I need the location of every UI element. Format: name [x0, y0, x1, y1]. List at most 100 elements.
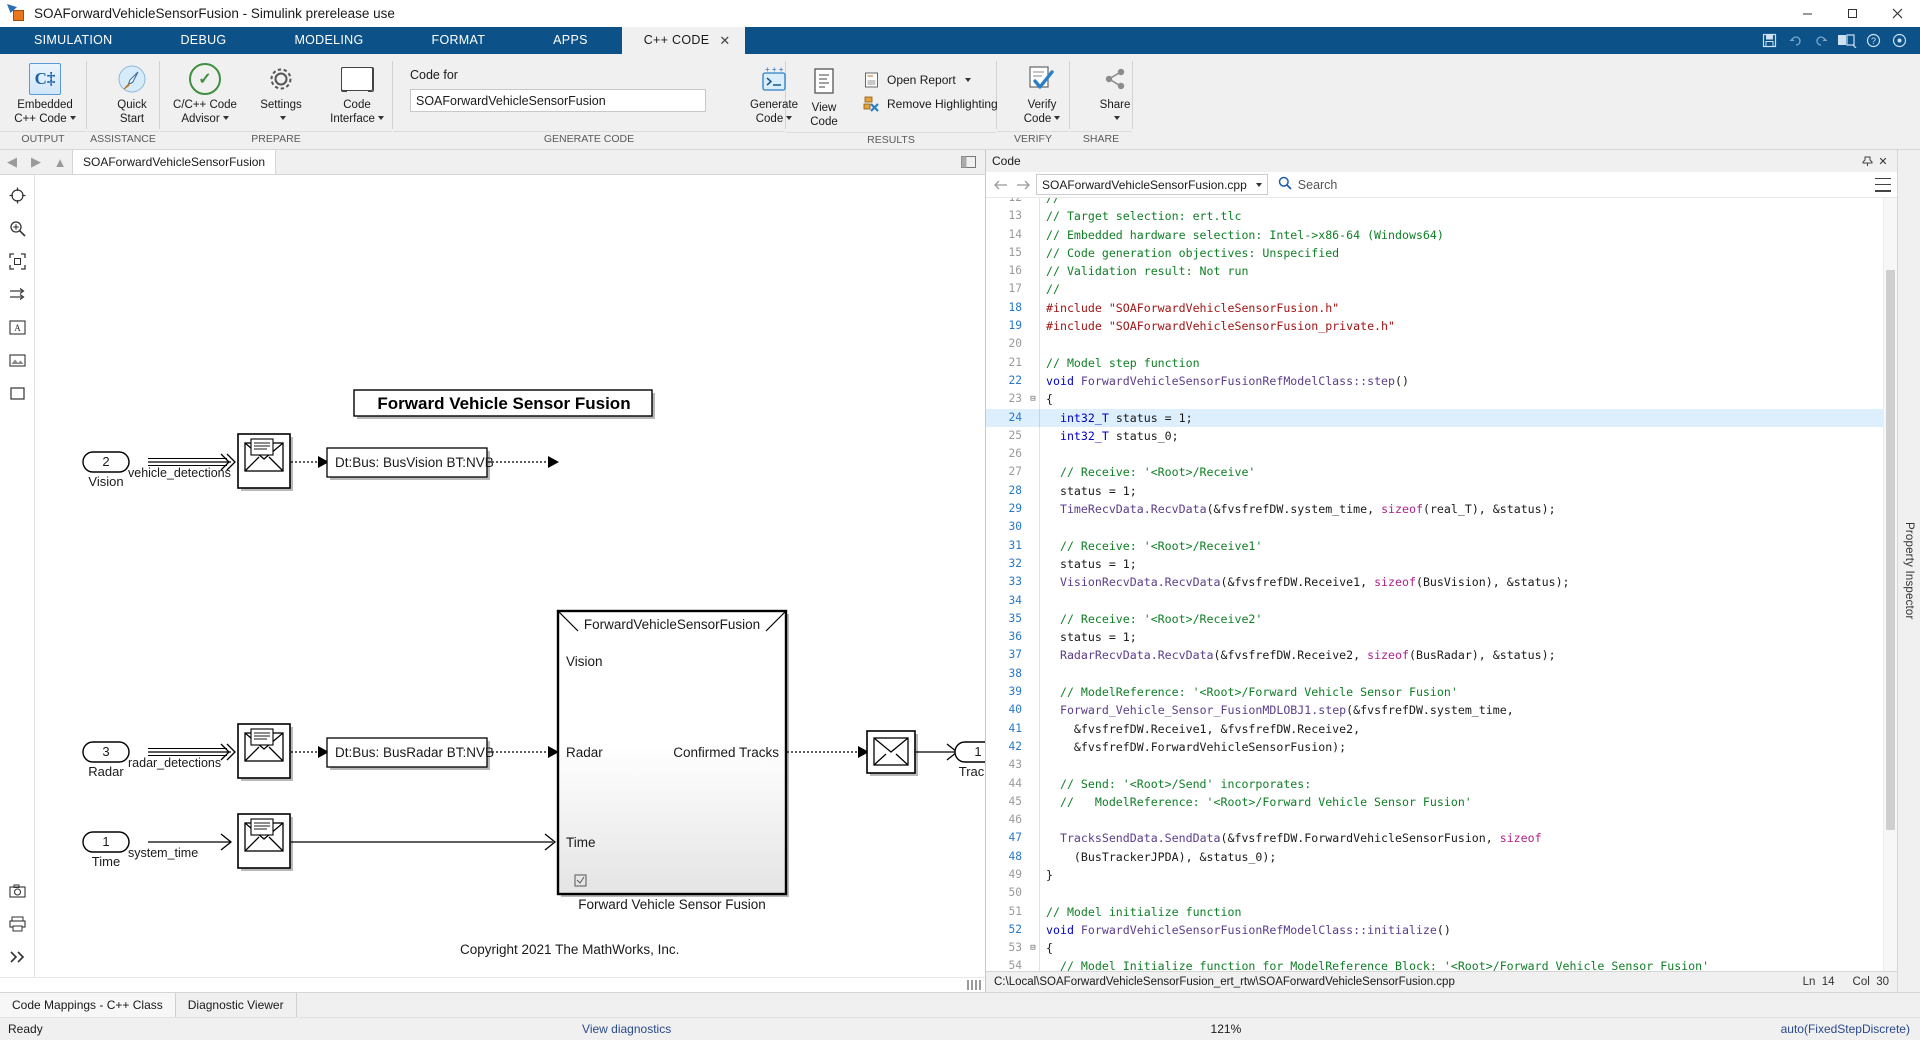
code-line: 44 // Send: '<Root>/Send' incorporates: [986, 775, 1883, 793]
tab-cpp-code[interactable]: C++ CODE ✕ [622, 27, 745, 54]
code-fold-icon[interactable]: ⊟ [1027, 390, 1039, 408]
code-for-label: Code for [410, 68, 706, 82]
minimize-button[interactable] [1785, 0, 1830, 26]
close-button[interactable] [1875, 0, 1920, 26]
code-search[interactable]: Search [1272, 176, 1871, 193]
code-fold-icon [1027, 500, 1039, 518]
code-fold-icon [1027, 427, 1039, 445]
add-area-icon[interactable] [7, 383, 27, 403]
code-line: 31 // Receive: '<Root>/Receive1' [986, 537, 1883, 555]
share-button[interactable]: Share [1077, 59, 1153, 129]
help-icon[interactable]: ? [1862, 31, 1884, 51]
code-fold-icon [1027, 372, 1039, 390]
remove-highlighting-button[interactable]: Remove Highlighting [855, 92, 1004, 116]
code-line-text: int32_T status = 1; [1039, 409, 1883, 427]
code-panel-header: Code ✕ [986, 150, 1897, 172]
code-interface-button[interactable]: Code Interface [319, 59, 395, 129]
model-browser-toggle-icon[interactable] [957, 153, 979, 171]
code-line-text: TracksSendData.SendData(&fvsfrefDW.Forwa… [1039, 829, 1883, 847]
code-line: 39 // ModelReference: '<Root>/Forward Ve… [986, 683, 1883, 701]
undo-icon[interactable] [1784, 31, 1806, 51]
settings-button[interactable]: Settings [243, 59, 319, 129]
model-canvas[interactable]: Forward Vehicle Sensor Fusion 2 Vision v… [35, 175, 985, 977]
nav-up-icon[interactable]: ▲ [48, 150, 72, 174]
open-report-button[interactable]: Open Report [855, 68, 1004, 92]
maximize-button[interactable] [1830, 0, 1875, 26]
tab-simulation[interactable]: SIMULATION [0, 27, 146, 54]
zoom-level[interactable]: 121% [1211, 1022, 1242, 1036]
zoom-fit-icon[interactable] [7, 218, 27, 238]
code-line: 42 &fvsfrefDW.ForwardVehicleSensorFusion… [986, 738, 1883, 756]
code-fold-icon [1027, 903, 1039, 921]
code-line-text: Forward_Vehicle_Sensor_FusionMDLOBJ1.ste… [1039, 701, 1883, 719]
pan-target-icon[interactable] [7, 185, 27, 205]
add-image-icon[interactable] [7, 350, 27, 370]
bottom-tab-diagnostic-viewer[interactable]: Diagnostic Viewer [176, 993, 297, 1017]
expand-tool-rail-icon[interactable] [7, 947, 27, 967]
code-line-number: 17 [986, 280, 1027, 298]
code-line: 36 status = 1; [986, 628, 1883, 646]
ribbon-group-share-label: SHARE [1070, 131, 1132, 149]
layout-icon[interactable] [1836, 31, 1858, 51]
code-panel-close-icon[interactable]: ✕ [1875, 153, 1891, 169]
settings-icon[interactable] [1888, 31, 1910, 51]
canvas-horizontal-scrollbar[interactable] [0, 977, 985, 992]
outport-1-name: Tracks [955, 764, 985, 779]
code-fold-icon[interactable]: ⊟ [1027, 939, 1039, 957]
tab-debug[interactable]: DEBUG [146, 27, 260, 54]
bus-label-radar: Dt:Bus: BusRadar BT:NVB [335, 745, 494, 760]
nav-back-icon[interactable]: ◀ [0, 150, 24, 174]
nav-forward-icon[interactable]: ▶ [24, 150, 48, 174]
code-forward-icon[interactable] [1014, 176, 1032, 194]
quick-start-button[interactable]: Quick Start [94, 59, 170, 129]
code-line-text: // Embedded hardware selection: Intel->x… [1039, 226, 1883, 244]
redo-icon[interactable] [1810, 31, 1832, 51]
view-code-button[interactable]: View Code [793, 62, 855, 132]
tab-modeling[interactable]: MODELING [260, 27, 397, 54]
ribbon-group-share: Share SHARE [1070, 54, 1132, 149]
code-line: 13// Target selection: ert.tlc [986, 207, 1883, 225]
verify-code-button[interactable]: Verify Code [1004, 59, 1080, 129]
tab-close-icon[interactable]: ✕ [719, 27, 730, 54]
code-editor[interactable]: 12//13// Target selection: ert.tlc14// E… [986, 198, 1897, 971]
share-label-1: Share [1100, 99, 1131, 111]
open-report-label: Open Report [887, 73, 956, 87]
code-line: 25 int32_T status_0; [986, 427, 1883, 445]
code-fold-icon [1027, 463, 1039, 481]
code-line-number: 42 [986, 738, 1027, 756]
code-fold-icon [1027, 354, 1039, 372]
pin-icon[interactable] [1859, 153, 1875, 169]
view-code-label-1: View [812, 102, 837, 114]
signal-route-icon[interactable] [7, 284, 27, 304]
bottom-tab-code-mappings[interactable]: Code Mappings - C++ Class [0, 993, 176, 1017]
code-fold-icon [1027, 793, 1039, 811]
print-diagram-icon[interactable] [7, 914, 27, 934]
tab-format[interactable]: FORMAT [398, 27, 520, 54]
view-diagnostics-link[interactable]: View diagnostics [582, 1022, 671, 1036]
embedded-cpp-code-button[interactable]: C‡ Embedded C++ Code [7, 59, 83, 129]
property-inspector-rail[interactable]: Property Inspector [1897, 150, 1920, 992]
code-line-number: 32 [986, 555, 1027, 573]
code-vertical-scrollbar[interactable] [1883, 198, 1897, 971]
code-scroll-thumb[interactable] [1886, 270, 1895, 830]
code-line: 34 [986, 592, 1883, 610]
code-line: 29 TimeRecvData.RecvData(&fvsfrefDW.syst… [986, 500, 1883, 518]
tab-apps[interactable]: APPS [519, 27, 622, 54]
code-for-field-group: Code for [400, 59, 714, 112]
code-for-input[interactable] [410, 89, 706, 112]
code-options-icon[interactable] [1875, 178, 1891, 192]
fit-to-view-icon[interactable] [7, 251, 27, 271]
camera-snapshot-icon[interactable] [7, 881, 27, 901]
embedded-cpp-code-label-1: Embedded [17, 99, 73, 111]
code-line-text: // Model step function [1039, 354, 1883, 372]
breadcrumb-model-name[interactable]: SOAForwardVehicleSensorFusion [72, 150, 276, 174]
save-icon[interactable] [1758, 31, 1780, 51]
code-back-icon[interactable] [992, 176, 1010, 194]
code-file-selector[interactable]: SOAForwardVehicleSensorFusion.cpp [1036, 174, 1268, 195]
code-line-number: 31 [986, 537, 1027, 555]
code-fold-icon [1027, 848, 1039, 866]
c-cpp-code-advisor-button[interactable]: ✓ C/C++ Code Advisor [167, 59, 243, 129]
solver-mode[interactable]: auto(FixedStepDiscrete) [1781, 1022, 1920, 1036]
add-annotation-icon[interactable]: A [7, 317, 27, 337]
canvas-resize-grip[interactable] [967, 980, 981, 990]
